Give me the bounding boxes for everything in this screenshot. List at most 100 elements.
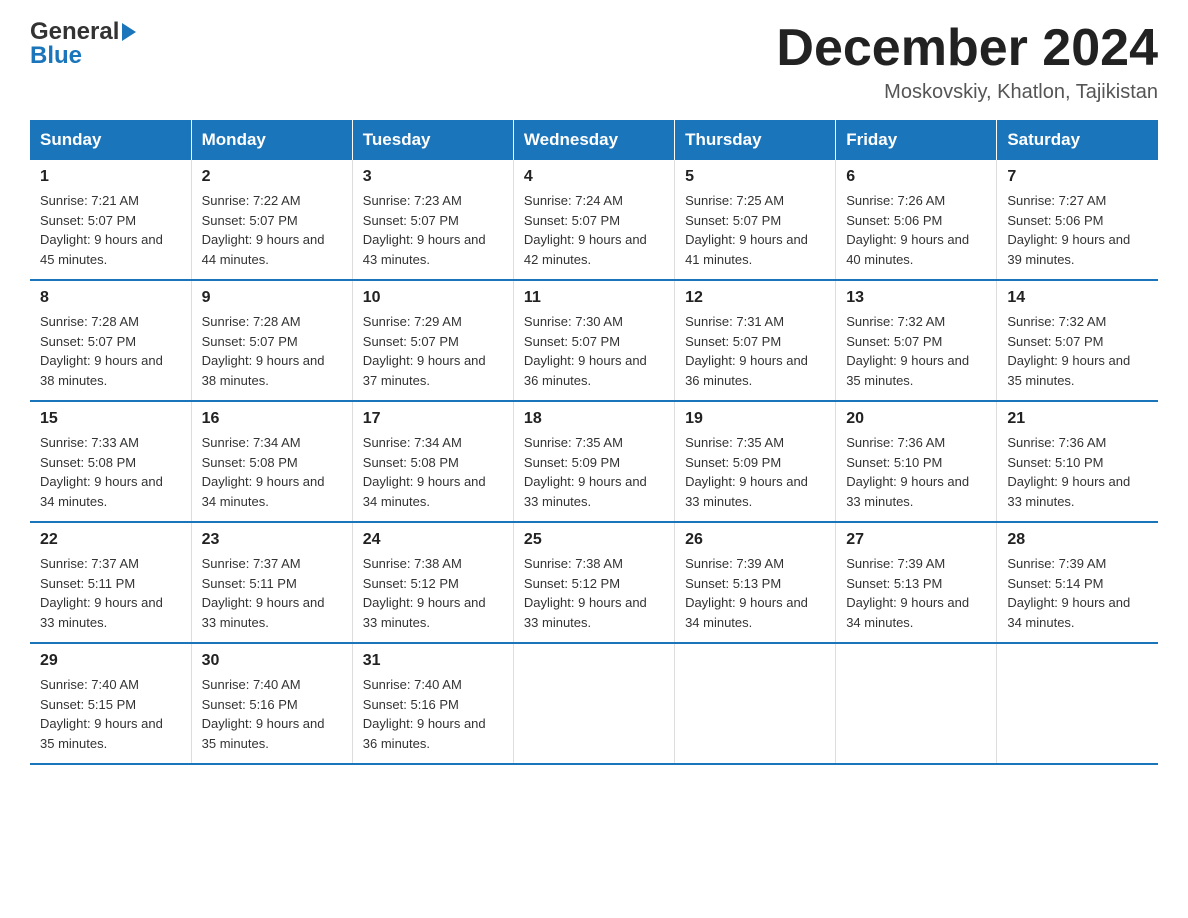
calendar-cell: 16 Sunrise: 7:34 AMSunset: 5:08 PMDayligh…	[191, 401, 352, 522]
day-info: Sunrise: 7:36 AMSunset: 5:10 PMDaylight:…	[846, 433, 986, 511]
calendar-cell: 25 Sunrise: 7:38 AMSunset: 5:12 PMDayligh…	[513, 522, 674, 643]
day-number: 22	[40, 531, 181, 549]
calendar-cell: 6 Sunrise: 7:26 AMSunset: 5:06 PMDaylight…	[836, 160, 997, 280]
day-info: Sunrise: 7:33 AMSunset: 5:08 PMDaylight:…	[40, 433, 181, 511]
calendar-cell: 1 Sunrise: 7:21 AMSunset: 5:07 PMDaylight…	[30, 160, 191, 280]
calendar-header: SundayMondayTuesdayWednesdayThursdayFrid…	[30, 120, 1158, 160]
day-number: 28	[1007, 531, 1148, 549]
day-number: 31	[363, 652, 503, 670]
month-title: December 2024	[776, 20, 1158, 77]
day-info: Sunrise: 7:37 AMSunset: 5:11 PMDaylight:…	[40, 554, 181, 632]
calendar-cell: 4 Sunrise: 7:24 AMSunset: 5:07 PMDaylight…	[513, 160, 674, 280]
calendar-cell: 10 Sunrise: 7:29 AMSunset: 5:07 PMDayligh…	[352, 280, 513, 401]
day-info: Sunrise: 7:21 AMSunset: 5:07 PMDaylight:…	[40, 191, 181, 269]
day-number: 7	[1007, 168, 1148, 186]
header-thursday: Thursday	[675, 120, 836, 160]
day-info: Sunrise: 7:40 AMSunset: 5:16 PMDaylight:…	[202, 675, 342, 753]
day-info: Sunrise: 7:24 AMSunset: 5:07 PMDaylight:…	[524, 191, 664, 269]
logo: General Blue	[30, 20, 136, 68]
day-info: Sunrise: 7:34 AMSunset: 5:08 PMDaylight:…	[202, 433, 342, 511]
day-number: 16	[202, 410, 342, 428]
day-number: 11	[524, 289, 664, 307]
location-title: Moskovskiy, Khatlon, Tajikistan	[776, 81, 1158, 104]
calendar-cell	[675, 643, 836, 764]
day-number: 17	[363, 410, 503, 428]
calendar-cell: 14 Sunrise: 7:32 AMSunset: 5:07 PMDayligh…	[997, 280, 1158, 401]
week-row-4: 22 Sunrise: 7:37 AMSunset: 5:11 PMDayligh…	[30, 522, 1158, 643]
day-number: 15	[40, 410, 181, 428]
header-wednesday: Wednesday	[513, 120, 674, 160]
page-header: General Blue December 2024 Moskovskiy, K…	[30, 20, 1158, 104]
logo-line1: General	[30, 20, 136, 44]
day-number: 24	[363, 531, 503, 549]
calendar-cell: 5 Sunrise: 7:25 AMSunset: 5:07 PMDaylight…	[675, 160, 836, 280]
day-number: 8	[40, 289, 181, 307]
calendar-cell: 21 Sunrise: 7:36 AMSunset: 5:10 PMDayligh…	[997, 401, 1158, 522]
calendar-cell: 3 Sunrise: 7:23 AMSunset: 5:07 PMDaylight…	[352, 160, 513, 280]
day-number: 6	[846, 168, 986, 186]
title-block: December 2024 Moskovskiy, Khatlon, Tajik…	[776, 20, 1158, 104]
calendar-cell: 19Sunrise: 7:35 AMSunset: 5:09 PMDayligh…	[675, 401, 836, 522]
day-info: Sunrise: 7:34 AMSunset: 5:08 PMDaylight:…	[363, 433, 503, 511]
day-number: 10	[363, 289, 503, 307]
calendar-cell: 26Sunrise: 7:39 AMSunset: 5:13 PMDayligh…	[675, 522, 836, 643]
day-info: Sunrise: 7:30 AMSunset: 5:07 PMDaylight:…	[524, 312, 664, 390]
logo-arrow-icon	[122, 23, 136, 41]
day-number: 21	[1007, 410, 1148, 428]
day-info: Sunrise: 7:35 AMSunset: 5:09 PMDaylight:…	[685, 433, 825, 511]
day-number: 12	[685, 289, 825, 307]
day-info: Sunrise: 7:29 AMSunset: 5:07 PMDaylight:…	[363, 312, 503, 390]
calendar-table: SundayMondayTuesdayWednesdayThursdayFrid…	[30, 120, 1158, 765]
day-number: 14	[1007, 289, 1148, 307]
week-row-5: 29Sunrise: 7:40 AMSunset: 5:15 PMDayligh…	[30, 643, 1158, 764]
day-info: Sunrise: 7:25 AMSunset: 5:07 PMDaylight:…	[685, 191, 825, 269]
day-number: 20	[846, 410, 986, 428]
day-info: Sunrise: 7:26 AMSunset: 5:06 PMDaylight:…	[846, 191, 986, 269]
day-info: Sunrise: 7:32 AMSunset: 5:07 PMDaylight:…	[1007, 312, 1148, 390]
day-info: Sunrise: 7:40 AMSunset: 5:16 PMDaylight:…	[363, 675, 503, 753]
calendar-cell: 20 Sunrise: 7:36 AMSunset: 5:10 PMDayligh…	[836, 401, 997, 522]
day-info: Sunrise: 7:32 AMSunset: 5:07 PMDaylight:…	[846, 312, 986, 390]
week-row-3: 15 Sunrise: 7:33 AMSunset: 5:08 PMDayligh…	[30, 401, 1158, 522]
day-info: Sunrise: 7:37 AMSunset: 5:11 PMDaylight:…	[202, 554, 342, 632]
calendar-cell	[513, 643, 674, 764]
header-monday: Monday	[191, 120, 352, 160]
day-number: 18	[524, 410, 664, 428]
calendar-cell: 9 Sunrise: 7:28 AMSunset: 5:07 PMDaylight…	[191, 280, 352, 401]
day-number: 9	[202, 289, 342, 307]
calendar-body: 1 Sunrise: 7:21 AMSunset: 5:07 PMDaylight…	[30, 160, 1158, 764]
calendar-cell: 29Sunrise: 7:40 AMSunset: 5:15 PMDayligh…	[30, 643, 191, 764]
day-info: Sunrise: 7:36 AMSunset: 5:10 PMDaylight:…	[1007, 433, 1148, 511]
calendar-cell: 27 Sunrise: 7:39 AMSunset: 5:13 PMDayligh…	[836, 522, 997, 643]
header-friday: Friday	[836, 120, 997, 160]
day-info: Sunrise: 7:23 AMSunset: 5:07 PMDaylight:…	[363, 191, 503, 269]
day-number: 5	[685, 168, 825, 186]
day-number: 4	[524, 168, 664, 186]
day-number: 1	[40, 168, 181, 186]
day-info: Sunrise: 7:22 AMSunset: 5:07 PMDaylight:…	[202, 191, 342, 269]
logo-blue-text: Blue	[30, 44, 136, 68]
day-number: 2	[202, 168, 342, 186]
day-info: Sunrise: 7:38 AMSunset: 5:12 PMDaylight:…	[524, 554, 664, 632]
day-info: Sunrise: 7:28 AMSunset: 5:07 PMDaylight:…	[40, 312, 181, 390]
day-info: Sunrise: 7:39 AMSunset: 5:13 PMDaylight:…	[846, 554, 986, 632]
day-number: 25	[524, 531, 664, 549]
day-info: Sunrise: 7:39 AMSunset: 5:14 PMDaylight:…	[1007, 554, 1148, 632]
calendar-cell	[997, 643, 1158, 764]
day-number: 29	[40, 652, 181, 670]
calendar-cell	[836, 643, 997, 764]
day-info: Sunrise: 7:27 AMSunset: 5:06 PMDaylight:…	[1007, 191, 1148, 269]
calendar-cell: 31 Sunrise: 7:40 AMSunset: 5:16 PMDayligh…	[352, 643, 513, 764]
day-info: Sunrise: 7:28 AMSunset: 5:07 PMDaylight:…	[202, 312, 342, 390]
header-sunday: Sunday	[30, 120, 191, 160]
day-number: 13	[846, 289, 986, 307]
calendar-cell: 8 Sunrise: 7:28 AMSunset: 5:07 PMDaylight…	[30, 280, 191, 401]
day-number: 27	[846, 531, 986, 549]
header-row: SundayMondayTuesdayWednesdayThursdayFrid…	[30, 120, 1158, 160]
calendar-cell: 13 Sunrise: 7:32 AMSunset: 5:07 PMDayligh…	[836, 280, 997, 401]
day-info: Sunrise: 7:35 AMSunset: 5:09 PMDaylight:…	[524, 433, 664, 511]
calendar-cell: 17 Sunrise: 7:34 AMSunset: 5:08 PMDayligh…	[352, 401, 513, 522]
calendar-cell: 24Sunrise: 7:38 AMSunset: 5:12 PMDayligh…	[352, 522, 513, 643]
day-number: 3	[363, 168, 503, 186]
day-number: 23	[202, 531, 342, 549]
